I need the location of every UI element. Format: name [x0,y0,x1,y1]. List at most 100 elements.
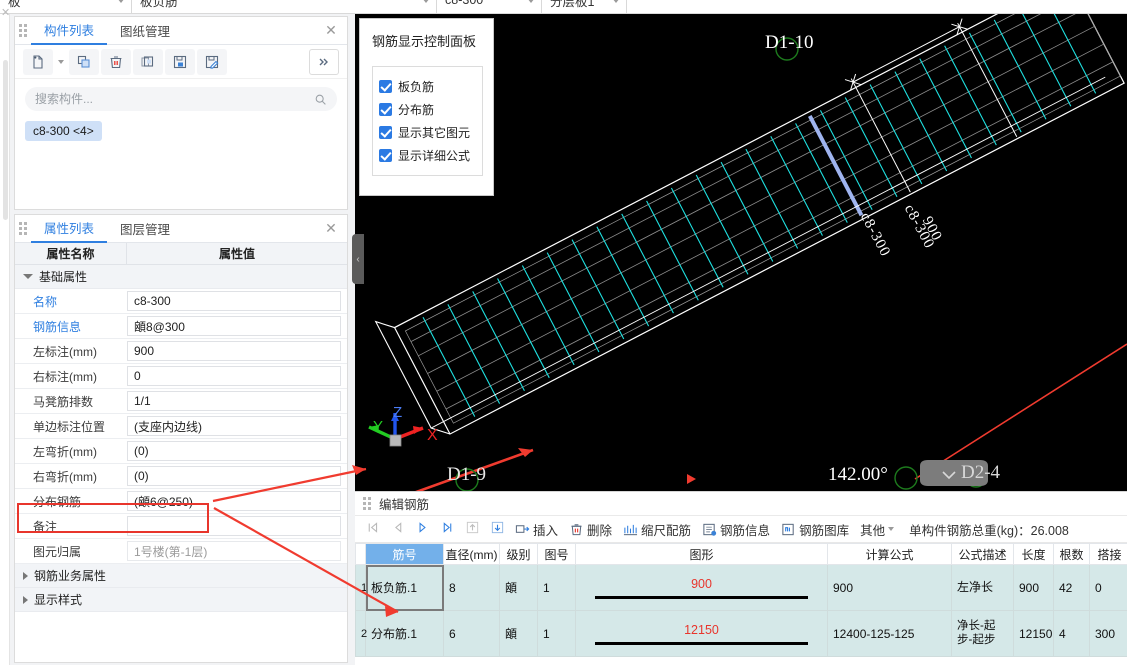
close-icon[interactable]: ✕ [323,23,339,39]
checkbox-checked-icon[interactable] [379,149,392,162]
column-header-length[interactable]: 长度 [1013,543,1054,565]
table-row[interactable]: 2 分布筋.1 6 䪿 1 12150 12400-125-125 净长-起步-… [355,610,1127,657]
checkbox-checked-icon[interactable] [379,103,392,116]
search-input[interactable] [35,92,314,106]
property-row-right-bend[interactable]: 右弯折(mm) (0) [15,464,347,489]
list-item[interactable]: c8-300 <4> [25,121,102,141]
property-value[interactable]: c8-300 [127,291,341,311]
property-group-basic[interactable]: 基础属性 [15,265,347,289]
cell-rebar-no[interactable]: 分布筋.1 [365,610,444,657]
cell-figure-no[interactable]: 1 [537,610,576,657]
cell-count[interactable]: 4 [1053,610,1090,657]
close-icon[interactable]: ✕ [323,221,339,237]
panel-collapse-handle[interactable]: ‹ [352,234,364,284]
cell-grade[interactable]: 䪿 [499,610,538,657]
cell-rebar-no[interactable]: 板负筋.1 [365,564,444,611]
checkbox-row-show-other-elements[interactable]: 显示其它图元 [379,121,482,144]
property-value[interactable]: (䪿6@250) [127,491,341,511]
new-component-dropdown[interactable] [55,49,67,75]
cell-count[interactable]: 42 [1053,564,1090,611]
cell-diameter[interactable]: 6 [443,610,500,657]
cell-length[interactable]: 900 [1013,564,1054,611]
property-row-name[interactable]: 名称 c8-300 [15,289,347,314]
sidebar-scrollbar[interactable] [3,60,8,220]
move-down-button[interactable] [486,520,508,538]
search-component-box[interactable] [25,87,337,111]
column-header-count[interactable]: 根数 [1053,543,1090,565]
checkbox-row-show-detailed-formula[interactable]: 显示详细公式 [379,144,482,167]
last-record-button[interactable] [436,521,458,537]
property-row-distribution-rebar[interactable]: 分布钢筋 (䪿6@250) [15,489,347,514]
column-header-formula[interactable]: 计算公式 [827,543,952,565]
layer-dropdown[interactable]: 分层板1 [542,0,627,13]
property-row-left-bend[interactable]: 左弯折(mm) (0) [15,439,347,464]
scale-rebar-button[interactable]: 缩尺配筋 [619,520,695,539]
property-row-stool-rows[interactable]: 马凳筋排数 1/1 [15,389,347,414]
insert-button[interactable]: 插入 [511,520,562,539]
new-component-button[interactable] [23,48,53,75]
cell-lap[interactable]: 300 [1089,610,1127,657]
rebar-info-button[interactable]: 钢筋信息 [698,520,774,539]
model-viewport[interactable]: D1-10 D1-9 D2-4 142.00° 900 c8-300 c8-30… [355,14,1127,491]
rebar-library-button[interactable]: 钢筋图库 [777,520,853,539]
checkbox-row-slab-negative-rebar[interactable]: 板负筋 [379,75,482,98]
move-up-button[interactable] [461,520,483,538]
drag-grip-icon[interactable] [15,215,31,243]
checkbox-row-distribution-rebar[interactable]: 分布筋 [379,98,482,121]
column-header-figure-no[interactable]: 图号 [537,543,576,565]
cell-formula-desc[interactable]: 左净长 [951,564,1014,611]
edit-component-button[interactable] [197,48,227,75]
cell-formula[interactable]: 12400-125-125 [827,610,952,657]
cell-length[interactable]: 12150 [1013,610,1054,657]
column-header-grade[interactable]: 级别 [499,543,538,565]
property-row-left-annotation[interactable]: 左标注(mm) 900 [15,339,347,364]
column-header-lap[interactable]: 搭接 [1089,543,1127,565]
property-value[interactable]: 900 [127,341,341,361]
component-dropdown[interactable]: c8-300 [437,0,542,13]
prev-record-button[interactable] [386,521,408,537]
property-value[interactable]: (0) [127,441,341,461]
property-value[interactable]: 1/1 [127,391,341,411]
property-row-remark[interactable]: 备注 [15,514,347,539]
tab-layer-manage[interactable]: 图层管理 [107,215,183,243]
property-row-element-owner[interactable]: 图元归属 1号楼(第-1层) [15,539,347,564]
property-value[interactable]: 䪿8@300 [127,316,341,336]
property-value[interactable]: (支座内边线) [127,416,341,436]
tab-property-list[interactable]: 属性列表 [31,214,108,243]
checkbox-checked-icon[interactable] [379,126,392,139]
column-header-rebar-no[interactable]: 筋号 [365,543,444,565]
property-group-rebar-business[interactable]: 钢筋业务属性 [15,564,347,588]
duplicate-component-button[interactable] [133,48,163,75]
property-row-single-side-position[interactable]: 单边标注位置 (支座内边线) [15,414,347,439]
column-header-shape[interactable]: 图形 [575,543,828,565]
cell-shape[interactable]: 12150 [575,610,828,657]
column-header-diameter[interactable]: 直径(mm) [443,543,500,565]
property-row-right-annotation[interactable]: 右标注(mm) 0 [15,364,347,389]
drag-grip-icon[interactable] [15,17,31,45]
cell-shape[interactable]: 900 [575,564,828,611]
tab-component-list[interactable]: 构件列表 [31,16,108,45]
expand-panel-button[interactable] [309,48,339,75]
delete-component-button[interactable] [101,48,131,75]
table-row[interactable]: 1 板负筋.1 8 䪿 1 900 900 左净长 900 42 0 [355,564,1127,611]
tab-drawing-manage[interactable]: 图纸管理 [107,17,183,45]
first-record-button[interactable] [361,521,383,537]
element-type-dropdown[interactable]: 板 [0,0,132,13]
property-group-display-style[interactable]: 显示样式 [15,588,347,612]
close-icon[interactable]: ✕ [1,6,10,19]
next-record-button[interactable] [411,521,433,537]
property-value[interactable]: 0 [127,366,341,386]
property-value[interactable] [127,516,341,536]
property-row-rebar-info[interactable]: 钢筋信息 䪿8@300 [15,314,347,339]
cell-figure-no[interactable]: 1 [537,564,576,611]
checkbox-checked-icon[interactable] [379,80,392,93]
delete-button[interactable]: 删除 [565,520,616,539]
cell-diameter[interactable]: 8 [443,564,500,611]
cell-formula-desc[interactable]: 净长-起步-起步 [951,610,1014,657]
copy-component-button[interactable] [69,48,99,75]
cell-grade[interactable]: 䪿 [499,564,538,611]
save-component-button[interactable] [165,48,195,75]
drag-grip-icon[interactable] [359,490,375,518]
property-value[interactable]: (0) [127,466,341,486]
cell-lap[interactable]: 0 [1089,564,1127,611]
